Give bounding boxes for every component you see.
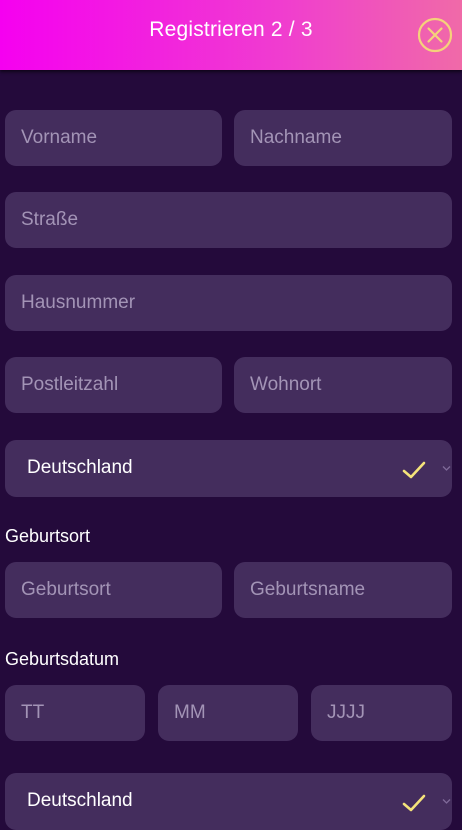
page-title: Registrieren 2 / 3 xyxy=(149,18,313,41)
nationality-select[interactable]: Deutschland xyxy=(5,773,452,830)
birth-name-field[interactable] xyxy=(234,562,452,618)
city-input[interactable] xyxy=(234,357,452,413)
birth-month-field[interactable] xyxy=(158,685,298,741)
header-bar: Registrieren 2 / 3 xyxy=(0,0,462,70)
house-number-input[interactable] xyxy=(5,275,452,331)
checkmark-icon xyxy=(402,461,426,479)
chevron-down-icon xyxy=(442,466,451,471)
birth-year-field[interactable] xyxy=(311,685,452,741)
country-select-value: Deutschland xyxy=(27,457,133,478)
birth-place-input[interactable] xyxy=(5,562,222,618)
birth-place-label: Geburtsort xyxy=(5,526,91,546)
birth-day-input[interactable] xyxy=(5,685,145,741)
city-field[interactable] xyxy=(234,357,452,413)
checkmark-icon xyxy=(402,794,426,812)
first-name-field[interactable] xyxy=(5,110,222,166)
birth-place-field[interactable] xyxy=(5,562,222,618)
last-name-input[interactable] xyxy=(234,110,452,166)
nationality-select-value: Deutschland xyxy=(27,790,133,811)
birth-date-label: Geburtsdatum xyxy=(5,649,120,669)
postal-code-input[interactable] xyxy=(5,357,222,413)
country-select[interactable]: Deutschland xyxy=(5,440,452,497)
postal-code-field[interactable] xyxy=(5,357,222,413)
house-number-field[interactable] xyxy=(5,275,452,331)
birth-month-input[interactable] xyxy=(158,685,298,741)
close-icon[interactable] xyxy=(417,17,453,53)
last-name-field[interactable] xyxy=(234,110,452,166)
street-input[interactable] xyxy=(5,192,452,248)
first-name-input[interactable] xyxy=(5,110,222,166)
birth-name-input[interactable] xyxy=(234,562,452,618)
street-field[interactable] xyxy=(5,192,452,248)
birth-day-field[interactable] xyxy=(5,685,145,741)
chevron-down-icon xyxy=(442,799,451,804)
birth-year-input[interactable] xyxy=(311,685,452,741)
